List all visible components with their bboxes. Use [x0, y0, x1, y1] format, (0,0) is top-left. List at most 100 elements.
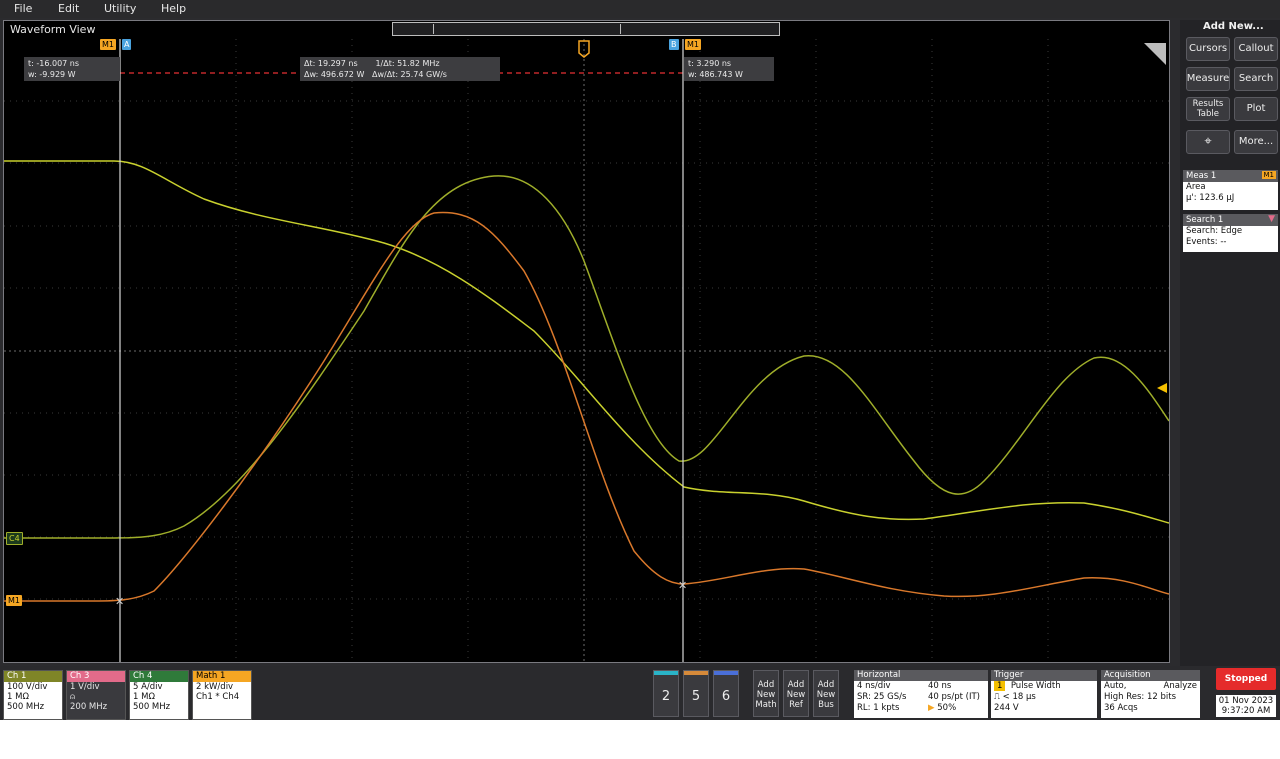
- add-new-heading: Add New...: [1203, 21, 1264, 32]
- channel-5-label: 5: [691, 689, 701, 704]
- delta-slope: Δw/Δt: 25.74 GW/s: [372, 70, 447, 79]
- cursor-a-time: t: -16.007 ns: [28, 59, 80, 68]
- pulse-width-icon: ⎍: [994, 692, 1000, 702]
- cursor-b-badge[interactable]: B: [669, 39, 679, 50]
- ch4-bandwidth: 500 MHz: [133, 702, 171, 712]
- cursor-b-source-badge[interactable]: M1: [685, 39, 701, 50]
- ch3-label: Ch 3: [67, 671, 125, 682]
- probe-icon: ⍝: [70, 692, 76, 702]
- sample-rate: SR: 25 GS/s: [857, 692, 907, 702]
- channel-6-button[interactable]: 6: [713, 670, 739, 717]
- more-button[interactable]: More...: [1234, 130, 1278, 154]
- add-new-math-button[interactable]: Add New Math: [753, 670, 779, 717]
- channel-2-label: 2: [661, 689, 671, 704]
- cursor-a-marker-icon: ✕: [115, 595, 124, 608]
- trigger-type: Pulse Width: [1010, 681, 1061, 691]
- math1-label: Math 1: [193, 671, 251, 682]
- horizontal-title: Horizontal: [854, 670, 988, 681]
- menu-file[interactable]: File: [14, 2, 32, 15]
- ch3-bandwidth: 200 MHz: [70, 702, 108, 712]
- acquisition-resolution: High Res: 12 bits: [1104, 692, 1177, 702]
- waveform-view-title: Waveform View: [10, 23, 96, 36]
- math1-scale: 2 kW/div: [196, 682, 234, 692]
- record-overview-window[interactable]: [433, 24, 621, 34]
- search-marker-icon: ▼: [1268, 214, 1275, 224]
- math1-badge[interactable]: Math 1 2 kW/div Ch1 * Ch4: [192, 670, 252, 720]
- cursor-b-time: t: 3.290 ns: [688, 59, 732, 68]
- ch4-scale: 5 A/div: [133, 682, 163, 692]
- meas1-value: μ': 123.6 μJ: [1186, 193, 1235, 203]
- acquisition-count: 36 Acqs: [1104, 703, 1138, 713]
- delta-time: Δt: 19.297 ns: [304, 59, 358, 68]
- cursor-b-value: w: 486.743 W: [688, 70, 743, 79]
- trigger-badge[interactable]: Trigger 1 Pulse Width ⎍ < 18 μs 244 V: [991, 670, 1097, 718]
- plot-button[interactable]: Plot: [1234, 97, 1278, 121]
- run-stop-status[interactable]: Stopped: [1216, 668, 1276, 690]
- acquisition-mode: Auto,: [1104, 681, 1127, 691]
- m1-ground-marker[interactable]: M1: [6, 595, 22, 606]
- channel-6-label: 6: [721, 689, 731, 704]
- ch1-bandwidth: 500 MHz: [7, 702, 45, 712]
- delta-value: Δw: 496.672 W: [304, 70, 365, 79]
- horizontal-position: ▶ 50%: [928, 703, 957, 713]
- oscilloscope-app: File Edit Utility Help ✕ ✕ Waveform View…: [0, 0, 1280, 720]
- cursor-a-badge[interactable]: A: [122, 39, 132, 50]
- channel-5-button[interactable]: 5: [683, 670, 709, 717]
- ch3-badge[interactable]: Ch 3 1 V/div ⍝ 200 MHz: [66, 670, 126, 720]
- level-arrow-icon[interactable]: [1157, 383, 1167, 393]
- search1-events: Events: --: [1186, 237, 1227, 247]
- add-new-ref-button[interactable]: Add New Ref: [783, 670, 809, 717]
- date: 01 Nov 2023: [1218, 696, 1274, 706]
- pointer-icon: ⌖: [1204, 134, 1212, 149]
- horizontal-duration: 40 ns: [928, 681, 952, 691]
- trigger-title: Trigger: [991, 670, 1097, 681]
- ch1-scale: 100 V/div: [7, 682, 48, 692]
- view-corner-icon[interactable]: [1144, 43, 1166, 65]
- callout-button[interactable]: Callout: [1234, 37, 1278, 61]
- c4-ground-marker[interactable]: C4: [6, 532, 23, 545]
- channel-2-button[interactable]: 2: [653, 670, 679, 717]
- search1-title: Search 1: [1186, 215, 1224, 225]
- search-button[interactable]: Search: [1234, 67, 1278, 91]
- time: 9:37:20 AM: [1221, 706, 1271, 716]
- meas1-name: Area: [1186, 182, 1206, 192]
- horizontal-position-value: 50%: [937, 703, 957, 713]
- search1-header: Search 1 ▼: [1183, 214, 1278, 226]
- menu-edit[interactable]: Edit: [58, 2, 79, 15]
- meas1-badge[interactable]: Meas 1 M1 Area μ': 123.6 μJ: [1183, 170, 1278, 210]
- pointer-button[interactable]: ⌖: [1186, 130, 1230, 154]
- trigger-source: 1: [994, 681, 1006, 691]
- acquisition-badge[interactable]: Acquisition Auto, Analyze High Res: 12 bi…: [1101, 670, 1200, 718]
- waveform-graticule: ✕ ✕: [4, 39, 1169, 662]
- horizontal-scale: 4 ns/div: [857, 681, 891, 691]
- record-overview-bar[interactable]: [392, 22, 780, 36]
- horizontal-badge[interactable]: Horizontal 4 ns/div 40 ns SR: 25 GS/s 40 p…: [854, 670, 988, 718]
- ch4-badge[interactable]: Ch 4 5 A/div 1 MΩ 500 MHz: [129, 670, 189, 720]
- ch4-waveform: [4, 175, 1169, 539]
- meas1-title: Meas 1: [1186, 171, 1217, 181]
- cursor-a-source-badge[interactable]: M1: [100, 39, 116, 50]
- results-table-button[interactable]: Results Table: [1186, 97, 1230, 121]
- waveform-view[interactable]: ✕ ✕ Waveform View t: -16.007 ns w: -9.92…: [3, 20, 1170, 663]
- ch4-label: Ch 4: [130, 671, 188, 682]
- math1-waveform: [4, 211, 1169, 602]
- trigger-level: 244 V: [994, 703, 1019, 713]
- ch1-label: Ch 1: [4, 671, 62, 682]
- add-new-bus-button[interactable]: Add New Bus: [813, 670, 839, 717]
- search1-badge[interactable]: Search 1 ▼ Search: Edge Events: --: [1183, 214, 1278, 252]
- search1-type: Search: Edge: [1186, 226, 1243, 236]
- menu-utility[interactable]: Utility: [104, 2, 136, 15]
- cursors-button[interactable]: Cursors: [1186, 37, 1230, 61]
- date-time: 01 Nov 2023 9:37:20 AM: [1216, 695, 1276, 717]
- acquisition-title: Acquisition: [1101, 670, 1200, 681]
- record-length: RL: 1 kpts: [857, 703, 900, 713]
- time-per-point: 40 ps/pt (IT): [928, 692, 980, 702]
- cursor-a-value: w: -9.929 W: [28, 70, 76, 79]
- cursor-b-readout: t: 3.290 ns w: 486.743 W: [684, 57, 774, 81]
- cursor-a-readout: t: -16.007 ns w: -9.929 W: [24, 57, 120, 81]
- cursor-b-marker-icon: ✕: [678, 579, 687, 592]
- measure-button[interactable]: Measure: [1186, 67, 1230, 91]
- ch1-badge[interactable]: Ch 1 100 V/div 1 MΩ 500 MHz: [3, 670, 63, 720]
- ch4-impedance: 1 MΩ: [133, 692, 155, 702]
- menu-help[interactable]: Help: [161, 2, 186, 15]
